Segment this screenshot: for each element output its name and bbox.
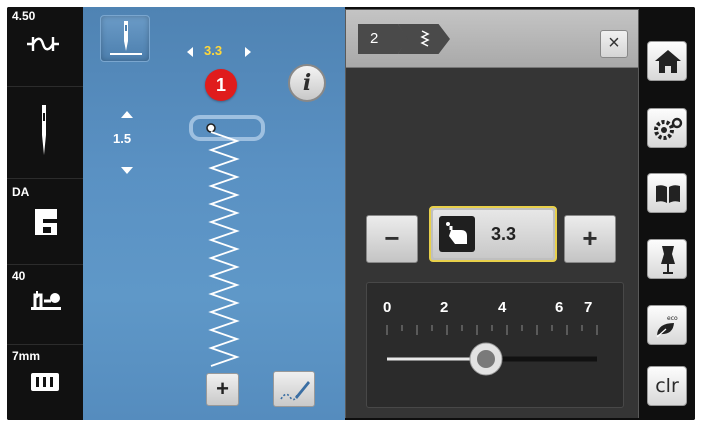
stitch-length-display: 1.5 bbox=[113, 131, 132, 146]
stitch-width-value: 4.50 bbox=[12, 9, 36, 23]
zigzag-stitch-preview bbox=[189, 115, 265, 367]
width-slider[interactable] bbox=[367, 323, 623, 393]
home-button[interactable] bbox=[647, 41, 687, 81]
step-badge: 1 bbox=[205, 69, 237, 101]
book-icon bbox=[656, 185, 680, 203]
stitch-plate-icon bbox=[31, 373, 59, 391]
touch-hand-icon bbox=[439, 216, 475, 252]
home-icon bbox=[655, 50, 681, 73]
stitch-width-setting[interactable]: 4.50 bbox=[7, 7, 83, 87]
needle-icon bbox=[42, 105, 46, 155]
value-field[interactable]: 3.3 bbox=[429, 206, 557, 262]
stitch-preview-area: 3.3 1 i 1.5 + bbox=[83, 7, 345, 420]
dress-form-icon bbox=[661, 246, 675, 274]
needle-position-icon bbox=[110, 21, 142, 55]
creative-consultant-button[interactable] bbox=[647, 239, 687, 279]
zigzag-width-icon bbox=[27, 37, 59, 51]
setup-button[interactable] bbox=[647, 108, 687, 148]
decrease-button[interactable]: − bbox=[366, 215, 418, 263]
scale-label-4: 4 bbox=[498, 299, 507, 316]
sewing-machine-screen: 4.50 DA 40 7mm 3.3 1 i 1.5 + 2 × − 3.3 +… bbox=[7, 7, 695, 420]
value-scale: 0 2 4 6 7 bbox=[366, 282, 624, 408]
width-decrease-arrow-icon[interactable] bbox=[187, 47, 193, 57]
presser-foot-value: DA bbox=[12, 185, 30, 199]
dialog-body: − 3.3 + 0 2 4 6 7 bbox=[346, 68, 638, 418]
left-panel: 4.50 DA 40 7mm bbox=[7, 7, 83, 420]
gear-icon bbox=[654, 117, 683, 140]
right-panel: eco clr bbox=[639, 7, 695, 420]
stitch-width-dialog: 2 × − 3.3 + 0 2 4 6 7 bbox=[345, 9, 639, 418]
stitch-plate-setting[interactable]: 7mm bbox=[7, 345, 83, 420]
increase-button[interactable]: + bbox=[564, 215, 616, 263]
value-display: 3.3 bbox=[491, 224, 517, 244]
length-increase-arrow-icon[interactable] bbox=[121, 111, 133, 118]
info-button[interactable]: i bbox=[288, 64, 326, 102]
width-increase-arrow-icon[interactable] bbox=[245, 47, 251, 57]
length-decrease-arrow-icon[interactable] bbox=[121, 167, 133, 174]
add-stitch-button[interactable]: + bbox=[206, 373, 239, 406]
presser-foot-icon bbox=[35, 209, 57, 235]
needle-position-button[interactable] bbox=[100, 15, 150, 62]
scale-label-7: 7 bbox=[584, 299, 593, 316]
stitch-width-display: 3.3 bbox=[204, 43, 223, 58]
stitch-plate-value: 7mm bbox=[12, 349, 41, 363]
scale-label-0: 0 bbox=[383, 299, 392, 316]
tutorial-button[interactable] bbox=[647, 173, 687, 213]
presser-foot-setting[interactable]: DA bbox=[7, 179, 83, 265]
svg-text:eco: eco bbox=[667, 315, 678, 322]
dialog-header: 2 × bbox=[346, 10, 638, 68]
eco-leaf-icon: eco bbox=[656, 315, 678, 338]
thread-tension-setting[interactable]: 40 bbox=[7, 265, 83, 345]
needle-setting[interactable] bbox=[7, 87, 83, 179]
clear-button[interactable]: clr bbox=[647, 366, 687, 406]
breadcrumb-step[interactable]: 2 bbox=[358, 24, 408, 54]
edit-stitch-button[interactable] bbox=[273, 371, 315, 407]
scale-label-6: 6 bbox=[555, 299, 564, 316]
close-button[interactable]: × bbox=[600, 30, 628, 58]
scale-label-2: 2 bbox=[440, 299, 449, 316]
thread-tension-value: 40 bbox=[12, 269, 26, 283]
pen-stitch-icon bbox=[280, 381, 310, 401]
tension-icon bbox=[31, 291, 61, 310]
zigzag-stitch-icon bbox=[420, 30, 430, 47]
eco-button[interactable]: eco bbox=[647, 305, 687, 345]
